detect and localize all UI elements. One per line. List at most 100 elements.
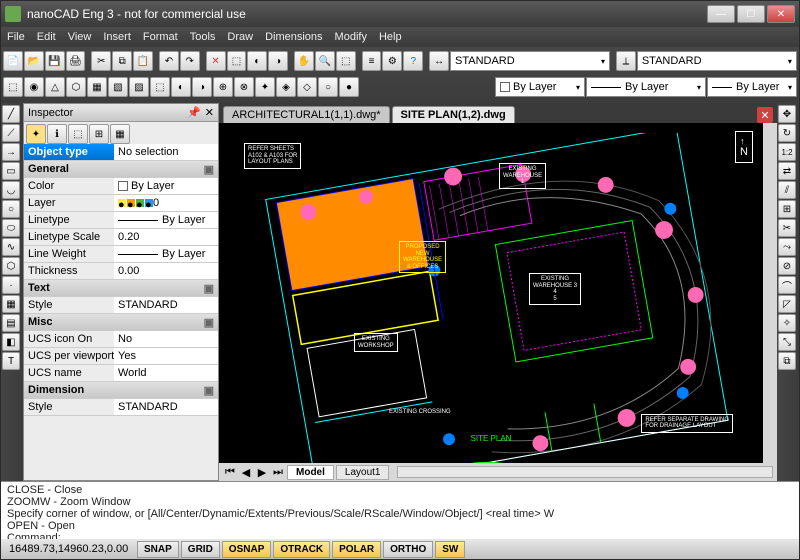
- property-row[interactable]: Layer●●●●0: [24, 195, 218, 212]
- layers-icon[interactable]: ≡: [362, 51, 382, 71]
- paste-icon[interactable]: 📋: [133, 51, 153, 71]
- chamfer-icon[interactable]: ◸: [778, 295, 796, 313]
- fillet-icon[interactable]: ⌒: [778, 276, 796, 294]
- menu-modify[interactable]: Modify: [335, 31, 367, 43]
- move-icon[interactable]: ✥: [778, 105, 796, 123]
- tool-icon[interactable]: ◑: [192, 77, 212, 97]
- linetype-combo[interactable]: By Layer▾: [586, 77, 706, 97]
- help-icon[interactable]: ?: [403, 51, 423, 71]
- tool-icon[interactable]: ◐: [247, 51, 267, 71]
- inspector-tab-icon[interactable]: ✦: [26, 124, 46, 144]
- tab-next-icon[interactable]: ▶: [255, 466, 269, 479]
- ellipse-icon[interactable]: ⬭: [2, 219, 20, 237]
- array-icon[interactable]: ⊞: [778, 200, 796, 218]
- status-sw-button[interactable]: SW: [435, 541, 465, 558]
- tool-icon[interactable]: ⬚: [227, 51, 247, 71]
- erase-icon[interactable]: ✕: [206, 51, 226, 71]
- property-row[interactable]: UCS per viewportYes: [24, 348, 218, 365]
- break-icon[interactable]: ⊘: [778, 257, 796, 275]
- tab-first-icon[interactable]: ⏮: [223, 466, 237, 479]
- tool-icon[interactable]: ◉: [24, 77, 44, 97]
- copy-obj-icon[interactable]: ⧉: [778, 352, 796, 370]
- tool-icon[interactable]: ⬚: [150, 77, 170, 97]
- tool-icon[interactable]: ▦: [87, 77, 107, 97]
- menu-dimensions[interactable]: Dimensions: [265, 31, 322, 43]
- maximize-button[interactable]: ☐: [737, 5, 765, 23]
- region-icon[interactable]: ▤: [2, 314, 20, 332]
- hatch-icon[interactable]: ▦: [2, 295, 20, 313]
- polygon-icon[interactable]: ⬡: [2, 257, 20, 275]
- extend-icon[interactable]: ⤳: [778, 238, 796, 256]
- print-icon[interactable]: 🖨: [66, 51, 86, 71]
- redo-icon[interactable]: ↷: [180, 51, 200, 71]
- status-ortho-button[interactable]: ORTHO: [383, 541, 433, 558]
- polyline-icon[interactable]: ⟋: [2, 124, 20, 142]
- lineweight-combo[interactable]: By Layer▾: [707, 77, 797, 97]
- property-row[interactable]: LinetypeBy Layer: [24, 212, 218, 229]
- tool-icon[interactable]: ●: [339, 77, 359, 97]
- tool-icon[interactable]: ▨: [129, 77, 149, 97]
- menu-edit[interactable]: Edit: [37, 31, 56, 43]
- rotate-icon[interactable]: ↻: [778, 124, 796, 142]
- menu-view[interactable]: View: [68, 31, 92, 43]
- inspector-tab-icon[interactable]: ℹ: [47, 124, 67, 144]
- horizontal-scrollbar[interactable]: [397, 466, 773, 478]
- tool-icon[interactable]: ◑: [268, 51, 288, 71]
- menu-insert[interactable]: Insert: [103, 31, 131, 43]
- property-row[interactable]: UCS icon OnNo: [24, 331, 218, 348]
- text-style-combo[interactable]: STANDARD▾: [450, 51, 610, 71]
- property-row[interactable]: Line WeightBy Layer: [24, 246, 218, 263]
- pin-icon[interactable]: 📌: [187, 106, 201, 119]
- inspector-section[interactable]: General▣: [24, 161, 218, 178]
- status-osnap-button[interactable]: OSNAP: [222, 541, 272, 558]
- block-icon[interactable]: ◧: [2, 333, 20, 351]
- circle-icon[interactable]: ○: [2, 200, 20, 218]
- zoom-window-icon[interactable]: ⬚: [336, 51, 356, 71]
- property-row[interactable]: UCS nameWorld: [24, 365, 218, 382]
- scale-icon[interactable]: 1:2: [778, 143, 796, 161]
- tool-icon[interactable]: ◐: [171, 77, 191, 97]
- rect-icon[interactable]: ▭: [2, 162, 20, 180]
- inspector-section[interactable]: Dimension▣: [24, 382, 218, 399]
- tool-icon[interactable]: ⊗: [234, 77, 254, 97]
- new-icon[interactable]: 📄: [3, 51, 23, 71]
- tool-icon[interactable]: ◇: [297, 77, 317, 97]
- inspector-close-icon[interactable]: ✕: [205, 106, 214, 119]
- status-snap-button[interactable]: SNAP: [137, 541, 179, 558]
- cut-icon[interactable]: ✂: [91, 51, 111, 71]
- property-row[interactable]: Thickness0.00: [24, 263, 218, 280]
- dim-style-combo[interactable]: STANDARD▾: [637, 51, 797, 71]
- text-icon[interactable]: T: [2, 352, 20, 370]
- copy-icon[interactable]: ⧉: [112, 51, 132, 71]
- property-row[interactable]: ColorBy Layer: [24, 178, 218, 195]
- properties-icon[interactable]: ⚙: [382, 51, 402, 71]
- tool-icon[interactable]: ▧: [108, 77, 128, 97]
- property-row[interactable]: Linetype Scale0.20: [24, 229, 218, 246]
- inspector-section[interactable]: Text▣: [24, 280, 218, 297]
- undo-icon[interactable]: ↶: [159, 51, 179, 71]
- inspector-tab-icon[interactable]: ⬚: [68, 124, 88, 144]
- save-icon[interactable]: 💾: [45, 51, 65, 71]
- mirror-icon[interactable]: ⇄: [778, 162, 796, 180]
- tab-last-icon[interactable]: ⏭: [271, 466, 285, 479]
- tool-icon[interactable]: ✦: [255, 77, 275, 97]
- menu-help[interactable]: Help: [379, 31, 402, 43]
- menu-draw[interactable]: Draw: [227, 31, 253, 43]
- line-icon[interactable]: ╱: [2, 105, 20, 123]
- inspector-tab-icon[interactable]: ⊞: [89, 124, 109, 144]
- dim-icon[interactable]: ↔: [429, 51, 449, 71]
- tab-siteplan[interactable]: SITE PLAN(1,2).dwg: [392, 106, 515, 123]
- color-combo[interactable]: By Layer▾: [495, 77, 585, 97]
- tool-icon[interactable]: △: [45, 77, 65, 97]
- menu-format[interactable]: Format: [143, 31, 178, 43]
- trim-icon[interactable]: ✂: [778, 219, 796, 237]
- dimstyle-icon[interactable]: ⟂: [616, 51, 636, 71]
- stretch-icon[interactable]: ⤡: [778, 333, 796, 351]
- vertical-scrollbar[interactable]: [763, 123, 777, 463]
- status-grid-button[interactable]: GRID: [181, 541, 220, 558]
- menu-tools[interactable]: Tools: [190, 31, 216, 43]
- layout1-tab[interactable]: Layout1: [336, 465, 390, 480]
- point-icon[interactable]: ·: [2, 276, 20, 294]
- open-icon[interactable]: 📂: [24, 51, 44, 71]
- property-row[interactable]: StyleSTANDARD: [24, 399, 218, 416]
